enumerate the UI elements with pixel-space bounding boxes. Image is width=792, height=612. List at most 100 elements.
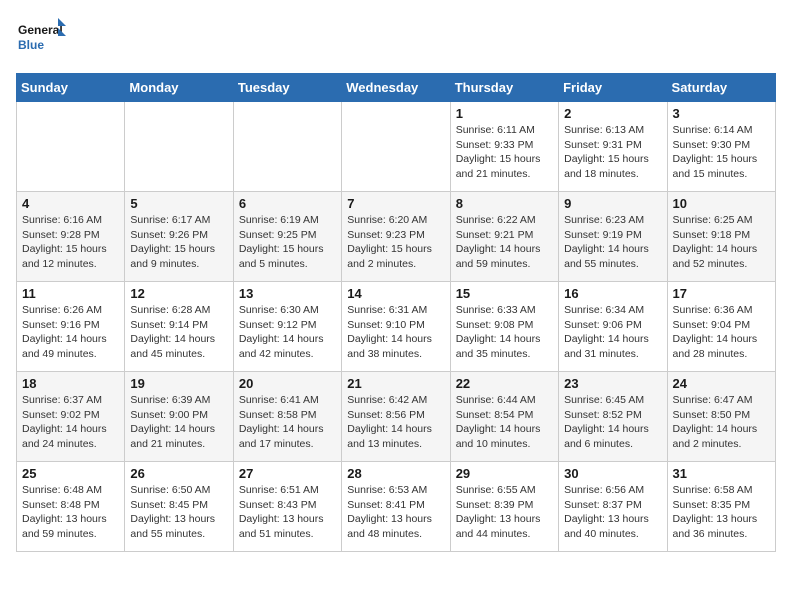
page-header: General Blue (16, 16, 776, 61)
day-number: 10 (673, 196, 770, 211)
day-info: Sunrise: 6:22 AM Sunset: 9:21 PM Dayligh… (456, 213, 553, 272)
day-number: 24 (673, 376, 770, 391)
day-cell: 14 Sunrise: 6:31 AM Sunset: 9:10 PM Dayli… (342, 282, 450, 372)
day-cell (233, 102, 341, 192)
day-cell: 12Sunrise: 6:28 AM Sunset: 9:14 PM Dayli… (125, 282, 233, 372)
day-cell: 6 Sunrise: 6:19 AM Sunset: 9:25 PM Daylig… (233, 192, 341, 282)
day-info: Sunrise: 6:37 AM Sunset: 9:02 PM Dayligh… (22, 393, 119, 452)
header-thursday: Thursday (450, 74, 558, 102)
day-info: Sunrise: 6:56 AM Sunset: 8:37 PM Dayligh… (564, 483, 661, 542)
week-row-1: 1Sunrise: 6:11 AM Sunset: 9:33 PM Daylig… (17, 102, 776, 192)
day-info: Sunrise: 6:50 AM Sunset: 8:45 PM Dayligh… (130, 483, 227, 542)
day-number: 1 (456, 106, 553, 121)
day-cell: 31 Sunrise: 6:58 AM Sunset: 8:35 PM Dayli… (667, 462, 775, 552)
header-friday: Friday (559, 74, 667, 102)
day-cell: 24 Sunrise: 6:47 AM Sunset: 8:50 PM Dayli… (667, 372, 775, 462)
day-info: Sunrise: 6:19 AM Sunset: 9:25 PM Dayligh… (239, 213, 336, 272)
week-row-2: 4Sunrise: 6:16 AM Sunset: 9:28 PM Daylig… (17, 192, 776, 282)
day-number: 22 (456, 376, 553, 391)
week-row-5: 25 Sunrise: 6:48 AM Sunset: 8:48 PM Dayli… (17, 462, 776, 552)
header-sunday: Sunday (17, 74, 125, 102)
header-wednesday: Wednesday (342, 74, 450, 102)
calendar-table: SundayMondayTuesdayWednesdayThursdayFrid… (16, 73, 776, 552)
logo-svg: General Blue (16, 16, 66, 61)
day-cell: 16Sunrise: 6:34 AM Sunset: 9:06 PM Dayli… (559, 282, 667, 372)
day-cell: 17 Sunrise: 6:36 AM Sunset: 9:04 PM Dayli… (667, 282, 775, 372)
day-number: 31 (673, 466, 770, 481)
day-info: Sunrise: 6:26 AM Sunset: 9:16 PM Dayligh… (22, 303, 119, 362)
day-info: Sunrise: 6:51 AM Sunset: 8:43 PM Dayligh… (239, 483, 336, 542)
day-info: Sunrise: 6:44 AM Sunset: 8:54 PM Dayligh… (456, 393, 553, 452)
day-cell (342, 102, 450, 192)
day-cell: 25 Sunrise: 6:48 AM Sunset: 8:48 PM Dayli… (17, 462, 125, 552)
day-info: Sunrise: 6:39 AM Sunset: 9:00 PM Dayligh… (130, 393, 227, 452)
day-number: 3 (673, 106, 770, 121)
week-row-3: 11 Sunrise: 6:26 AM Sunset: 9:16 PM Dayli… (17, 282, 776, 372)
day-cell: 10 Sunrise: 6:25 AM Sunset: 9:18 PM Dayli… (667, 192, 775, 282)
day-info: Sunrise: 6:23 AM Sunset: 9:19 PM Dayligh… (564, 213, 661, 272)
day-cell: 11 Sunrise: 6:26 AM Sunset: 9:16 PM Dayli… (17, 282, 125, 372)
day-cell: 22 Sunrise: 6:44 AM Sunset: 8:54 PM Dayli… (450, 372, 558, 462)
day-number: 26 (130, 466, 227, 481)
day-cell: 29Sunrise: 6:55 AM Sunset: 8:39 PM Dayli… (450, 462, 558, 552)
day-info: Sunrise: 6:41 AM Sunset: 8:58 PM Dayligh… (239, 393, 336, 452)
day-cell: 19 Sunrise: 6:39 AM Sunset: 9:00 PM Dayli… (125, 372, 233, 462)
day-cell: 15 Sunrise: 6:33 AM Sunset: 9:08 PM Dayli… (450, 282, 558, 372)
day-number: 14 (347, 286, 444, 301)
day-cell: 26 Sunrise: 6:50 AM Sunset: 8:45 PM Dayli… (125, 462, 233, 552)
day-cell: 30 Sunrise: 6:56 AM Sunset: 8:37 PM Dayli… (559, 462, 667, 552)
day-number: 7 (347, 196, 444, 211)
day-number: 13 (239, 286, 336, 301)
day-cell: 21 Sunrise: 6:42 AM Sunset: 8:56 PM Dayli… (342, 372, 450, 462)
day-cell: 5Sunrise: 6:17 AM Sunset: 9:26 PM Daylig… (125, 192, 233, 282)
header-row: SundayMondayTuesdayWednesdayThursdayFrid… (17, 74, 776, 102)
svg-text:Blue: Blue (18, 38, 44, 52)
day-info: Sunrise: 6:25 AM Sunset: 9:18 PM Dayligh… (673, 213, 770, 272)
day-number: 25 (22, 466, 119, 481)
day-number: 11 (22, 286, 119, 301)
day-number: 27 (239, 466, 336, 481)
calendar-header: SundayMondayTuesdayWednesdayThursdayFrid… (17, 74, 776, 102)
day-number: 21 (347, 376, 444, 391)
day-info: Sunrise: 6:31 AM Sunset: 9:10 PM Dayligh… (347, 303, 444, 362)
day-cell: 27 Sunrise: 6:51 AM Sunset: 8:43 PM Dayli… (233, 462, 341, 552)
day-cell: 3 Sunrise: 6:14 AM Sunset: 9:30 PM Daylig… (667, 102, 775, 192)
day-number: 15 (456, 286, 553, 301)
day-info: Sunrise: 6:14 AM Sunset: 9:30 PM Dayligh… (673, 123, 770, 182)
logo: General Blue (16, 16, 66, 61)
day-number: 2 (564, 106, 661, 121)
day-number: 9 (564, 196, 661, 211)
day-info: Sunrise: 6:55 AM Sunset: 8:39 PM Dayligh… (456, 483, 553, 542)
day-cell: 9 Sunrise: 6:23 AM Sunset: 9:19 PM Daylig… (559, 192, 667, 282)
day-info: Sunrise: 6:16 AM Sunset: 9:28 PM Dayligh… (22, 213, 119, 272)
day-cell: 8Sunrise: 6:22 AM Sunset: 9:21 PM Daylig… (450, 192, 558, 282)
day-number: 6 (239, 196, 336, 211)
day-info: Sunrise: 6:58 AM Sunset: 8:35 PM Dayligh… (673, 483, 770, 542)
day-info: Sunrise: 6:53 AM Sunset: 8:41 PM Dayligh… (347, 483, 444, 542)
day-cell: 2Sunrise: 6:13 AM Sunset: 9:31 PM Daylig… (559, 102, 667, 192)
day-info: Sunrise: 6:45 AM Sunset: 8:52 PM Dayligh… (564, 393, 661, 452)
day-number: 20 (239, 376, 336, 391)
day-info: Sunrise: 6:34 AM Sunset: 9:06 PM Dayligh… (564, 303, 661, 362)
week-row-4: 18Sunrise: 6:37 AM Sunset: 9:02 PM Dayli… (17, 372, 776, 462)
day-cell: 7 Sunrise: 6:20 AM Sunset: 9:23 PM Daylig… (342, 192, 450, 282)
day-info: Sunrise: 6:47 AM Sunset: 8:50 PM Dayligh… (673, 393, 770, 452)
day-number: 28 (347, 466, 444, 481)
day-info: Sunrise: 6:30 AM Sunset: 9:12 PM Dayligh… (239, 303, 336, 362)
day-info: Sunrise: 6:33 AM Sunset: 9:08 PM Dayligh… (456, 303, 553, 362)
day-cell: 28 Sunrise: 6:53 AM Sunset: 8:41 PM Dayli… (342, 462, 450, 552)
day-cell: 20 Sunrise: 6:41 AM Sunset: 8:58 PM Dayli… (233, 372, 341, 462)
day-cell: 1Sunrise: 6:11 AM Sunset: 9:33 PM Daylig… (450, 102, 558, 192)
day-number: 23 (564, 376, 661, 391)
header-saturday: Saturday (667, 74, 775, 102)
day-info: Sunrise: 6:42 AM Sunset: 8:56 PM Dayligh… (347, 393, 444, 452)
day-info: Sunrise: 6:36 AM Sunset: 9:04 PM Dayligh… (673, 303, 770, 362)
day-info: Sunrise: 6:20 AM Sunset: 9:23 PM Dayligh… (347, 213, 444, 272)
day-cell: 18Sunrise: 6:37 AM Sunset: 9:02 PM Dayli… (17, 372, 125, 462)
day-info: Sunrise: 6:48 AM Sunset: 8:48 PM Dayligh… (22, 483, 119, 542)
day-number: 30 (564, 466, 661, 481)
day-number: 5 (130, 196, 227, 211)
day-cell: 4Sunrise: 6:16 AM Sunset: 9:28 PM Daylig… (17, 192, 125, 282)
day-number: 19 (130, 376, 227, 391)
day-number: 17 (673, 286, 770, 301)
